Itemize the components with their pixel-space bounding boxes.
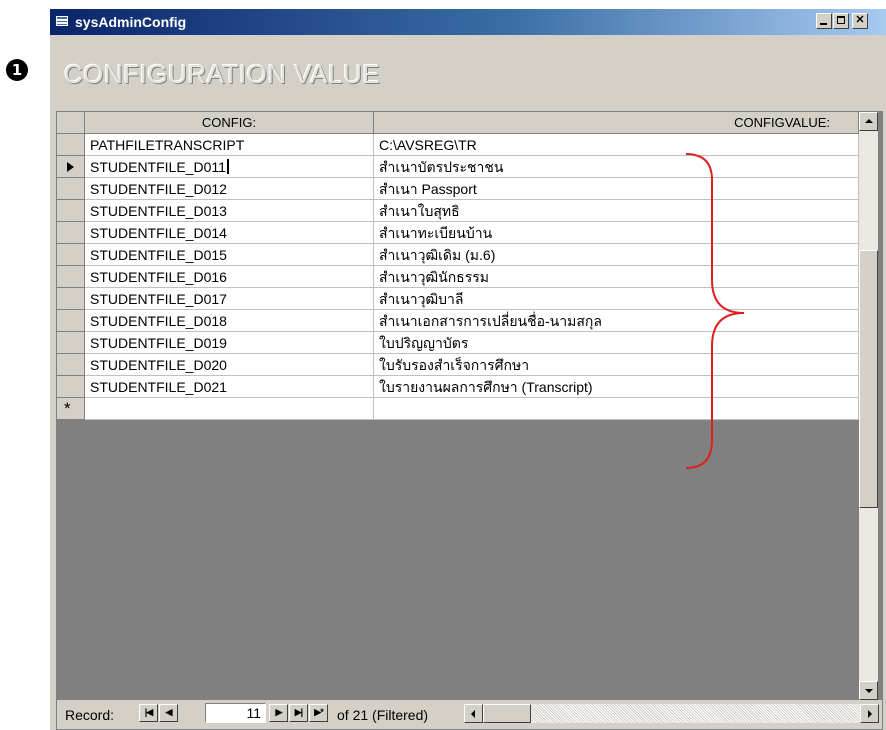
record-selector[interactable] [57,354,85,376]
configvalue-cell[interactable]: สำเนาวุฒิบาลี [374,288,859,310]
new-config-cell[interactable] [85,398,374,420]
configvalue-cell[interactable]: ใบรายงานผลการศึกษา (Transcript) [374,376,859,398]
scroll-up-button[interactable] [859,112,878,131]
record-number-input[interactable]: 11 [205,703,266,723]
config-cell[interactable]: STUDENTFILE_D020 [85,354,374,376]
new-configvalue-cell[interactable] [374,398,859,420]
record-selector[interactable] [57,376,85,398]
arrow-up-icon [865,119,873,123]
arrow-right-icon [868,710,872,718]
arrow-left-icon [471,710,475,718]
configvalue-cell[interactable]: สำเนาเอกสารการเปลี่ยนชื่อ-นามสกุล [374,310,859,332]
column-header-configvalue[interactable]: CONFIGVALUE: [374,112,859,134]
configvalue-cell[interactable]: สำเนาวุฒินักธรรม [374,266,859,288]
config-cell[interactable]: STUDENTFILE_D021 [85,376,374,398]
table-row[interactable]: PATHFILETRANSCRIPT C:\AVSREG\TR [57,134,859,156]
next-record-button[interactable]: ▶ [269,704,288,722]
new-record-row[interactable]: * [57,398,859,420]
select-all-corner[interactable] [57,112,85,134]
record-selector[interactable]: * [57,398,85,420]
horizontal-scroll-thumb[interactable] [483,704,531,723]
scroll-thumb[interactable] [859,250,878,508]
config-cell[interactable]: STUDENTFILE_D016 [85,266,374,288]
configvalue-cell[interactable]: สำเนาใบสุทธิ [374,200,859,222]
configvalue-cell[interactable]: ใบรับรองสำเร็จการศึกษา [374,354,859,376]
form-window: sysAdminConfig ✕ CONFIGURATION VALUE CON… [50,9,886,730]
arrow-down-icon [865,689,873,693]
config-cell[interactable]: STUDENTFILE_D012 [85,178,374,200]
annotation-marker-1: 1 [6,59,28,81]
record-selector[interactable] [57,134,85,156]
configvalue-cell[interactable]: สำเนาทะเบียนบ้าน [374,222,859,244]
table-row[interactable]: STUDENTFILE_D017 สำเนาวุฒิบาลี [57,288,859,310]
configvalue-cell[interactable]: ใบปริญญาบัตร [374,332,859,354]
record-selector[interactable] [57,244,85,266]
table-row[interactable]: STUDENTFILE_D013 สำเนาใบสุทธิ [57,200,859,222]
close-icon: ✕ [855,14,865,26]
config-cell[interactable]: PATHFILETRANSCRIPT [85,134,374,156]
config-cell[interactable]: STUDENTFILE_D011 [85,156,374,178]
new-record-icon: * [64,399,71,418]
minimize-button[interactable] [816,13,832,29]
close-button[interactable]: ✕ [852,13,868,29]
record-selector[interactable] [57,178,85,200]
form-icon [55,15,69,27]
configvalue-cell[interactable]: สำเนาบัตรประชาชน [374,156,859,178]
record-selector[interactable] [57,288,85,310]
record-selector[interactable] [57,310,85,332]
vertical-scrollbar[interactable] [859,112,878,700]
config-cell[interactable]: STUDENTFILE_D018 [85,310,374,332]
column-header-row: CONFIG: CONFIGVALUE: [57,112,859,134]
table-row[interactable]: STUDENTFILE_D020 ใบรับรองสำเร็จการศึกษา [57,354,859,376]
last-record-button[interactable]: ▶| [289,704,308,722]
record-label: Record: [65,707,115,723]
window-title: sysAdminConfig [75,14,187,30]
maximize-button[interactable] [833,13,849,29]
scroll-right-button[interactable] [860,704,879,723]
horizontal-scroll-track[interactable] [531,704,860,723]
table-row[interactable]: STUDENTFILE_D018 สำเนาเอกสารการเปลี่ยนชื่… [57,310,859,332]
configvalue-cell[interactable]: C:\AVSREG\TR [374,134,859,156]
table-row[interactable]: STUDENTFILE_D019 ใบปริญญาบัตร [57,332,859,354]
record-selector[interactable] [57,266,85,288]
horizontal-scrollbar[interactable] [464,704,879,723]
text-cursor [226,159,229,174]
config-cell[interactable]: STUDENTFILE_D015 [85,244,374,266]
config-cell[interactable]: STUDENTFILE_D017 [85,288,374,310]
record-selector[interactable] [57,156,85,178]
config-cell[interactable]: STUDENTFILE_D019 [85,332,374,354]
config-cell[interactable]: STUDENTFILE_D014 [85,222,374,244]
first-record-button[interactable]: |◀ [139,704,158,722]
new-record-button[interactable]: ▶* [309,704,328,722]
scroll-left-button[interactable] [464,704,483,723]
scroll-down-button[interactable] [859,681,878,700]
previous-record-button[interactable]: ◀ [159,704,178,722]
config-cell[interactable]: STUDENTFILE_D013 [85,200,374,222]
datasheet: CONFIG: CONFIGVALUE: PATHFILETRANSCRIPT C… [56,111,883,730]
configvalue-cell[interactable]: สำเนา Passport [374,178,859,200]
record-count-text: of 21 (Filtered) [337,707,429,723]
current-record-pointer-icon [67,162,74,172]
record-selector[interactable] [57,222,85,244]
title-bar[interactable]: sysAdminConfig ✕ [50,9,886,35]
table-row[interactable]: STUDENTFILE_D016 สำเนาวุฒินักธรรม [57,266,859,288]
table-row[interactable]: STUDENTFILE_D014 สำเนาทะเบียนบ้าน [57,222,859,244]
table-row[interactable]: STUDENTFILE_D015 สำเนาวุฒิเดิม (ม.6) [57,244,859,266]
configvalue-cell[interactable]: สำเนาวุฒิเดิม (ม.6) [374,244,859,266]
table-row[interactable]: STUDENTFILE_D021 ใบรายงานผลการศึกษา (Tran… [57,376,859,398]
record-selector[interactable] [57,200,85,222]
table-row[interactable]: STUDENTFILE_D011 สำเนาบัตรประชาชน [57,156,859,178]
record-navigation-bar: Record: |◀ ◀ 11 ▶ ▶| ▶* of 21 (Filtered) [57,700,882,729]
table-row[interactable]: STUDENTFILE_D012 สำเนา Passport [57,178,859,200]
column-header-config[interactable]: CONFIG: [85,112,374,134]
form-header-title: CONFIGURATION VALUE [64,59,381,89]
record-selector[interactable] [57,332,85,354]
